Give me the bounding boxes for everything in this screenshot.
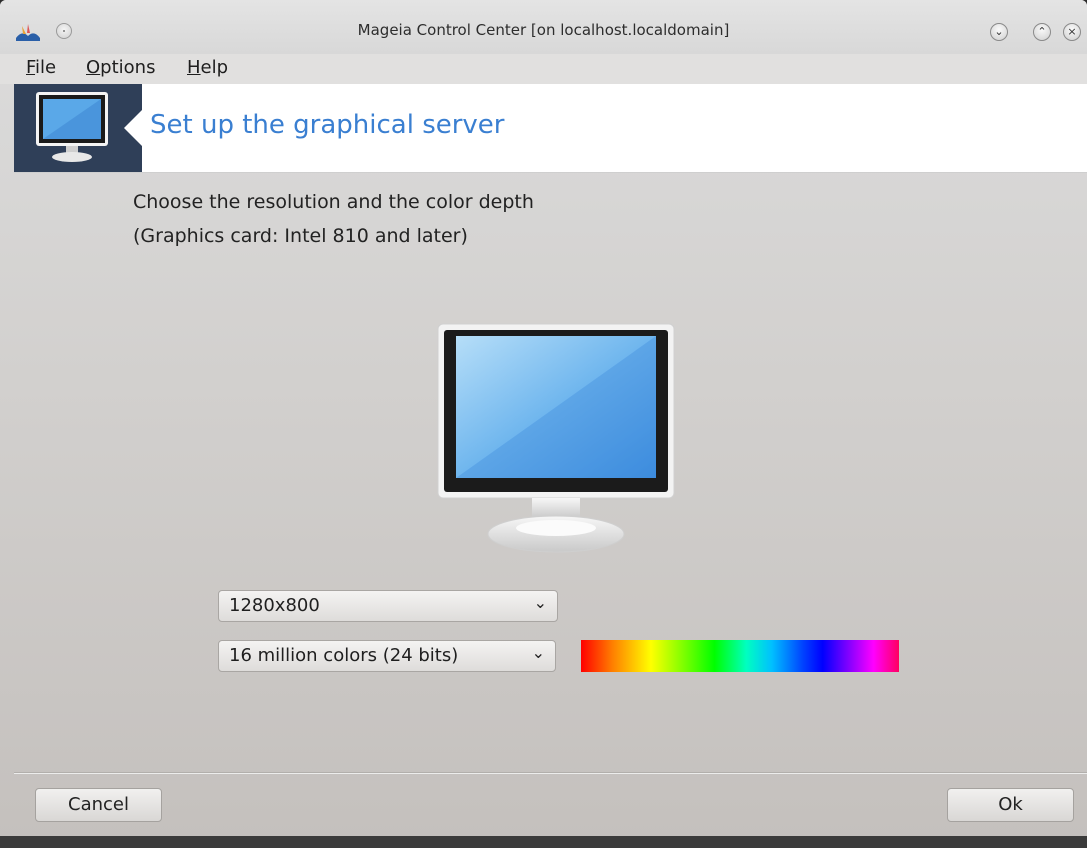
menu-bar: File Options Help [0, 54, 1087, 84]
color-depth-value: 16 million colors (24 bits) [229, 645, 459, 666]
close-icon: × [1067, 25, 1077, 38]
window-title: Mageia Control Center [on localhost.loca… [357, 21, 730, 39]
chevron-down-icon: ⌄ [533, 593, 547, 612]
menu-options-label: ptions [100, 57, 156, 78]
banner-notch [124, 110, 142, 146]
menu-help-label: elp [200, 57, 229, 78]
separator [14, 772, 1087, 773]
chevron-up-icon: ⌃ [1037, 25, 1047, 38]
menu-file-mnemonic: F [26, 57, 36, 78]
title-bar[interactable]: Mageia Control Center [on localhost.loca… [0, 0, 1087, 54]
mcc-window: Mageia Control Center [on localhost.loca… [0, 0, 1087, 848]
chevron-down-icon: ⌄ [994, 25, 1004, 38]
menu-file-label: ile [35, 57, 57, 78]
cancel-button[interactable]: Cancel [35, 788, 162, 822]
resolution-value: 1280x800 [229, 595, 320, 616]
menu-help[interactable]: Help [187, 57, 228, 78]
menu-options[interactable]: Options [86, 57, 155, 78]
menu-options-mnemonic: O [86, 57, 101, 78]
resolution-select[interactable]: 1280x800 ⌄ [218, 590, 558, 622]
close-button[interactable]: × [1063, 23, 1081, 41]
color-depth-select[interactable]: 16 million colors (24 bits) ⌄ [218, 640, 556, 672]
maximize-button[interactable]: ⌃ [1033, 23, 1051, 41]
graphics-card-text: (Graphics card: Intel 810 and later) [133, 225, 468, 247]
window-bottom-edge [0, 836, 1087, 848]
color-spectrum-preview [581, 640, 899, 672]
banner-icon-box [14, 84, 142, 172]
menu-file[interactable]: File [26, 57, 56, 78]
chevron-down-icon: ⌄ [531, 643, 545, 662]
banner: Set up the graphical server [14, 84, 1087, 173]
ok-button[interactable]: Ok [947, 788, 1074, 822]
monitor-preview-icon [437, 323, 675, 553]
banner-title: Set up the graphical server [150, 110, 505, 140]
menu-help-mnemonic: H [187, 57, 201, 78]
minimize-button[interactable]: ⌄ [990, 23, 1008, 41]
monitor-icon [36, 92, 108, 162]
instruction-text: Choose the resolution and the color dept… [133, 191, 534, 213]
